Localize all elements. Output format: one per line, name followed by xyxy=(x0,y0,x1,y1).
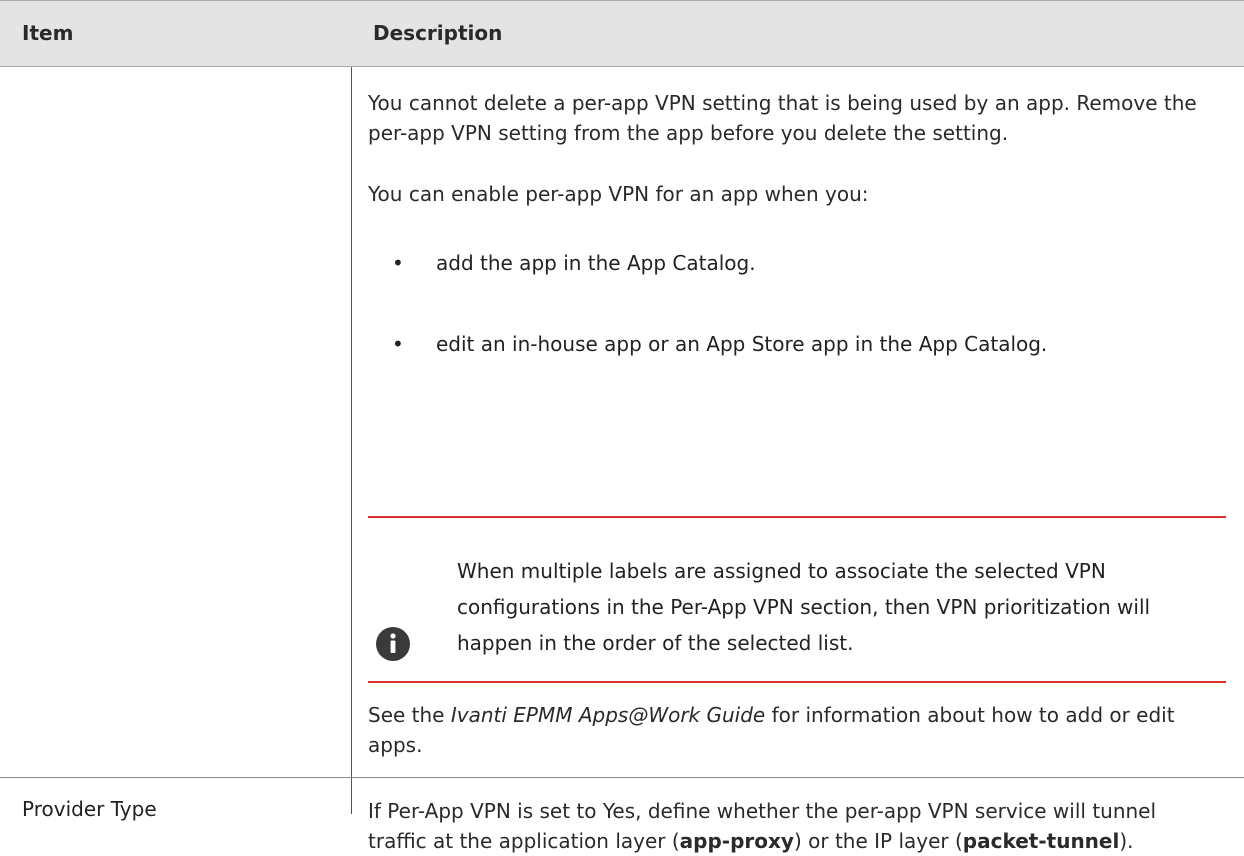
description-paragraph: If Per-App VPN is set to Yes, define whe… xyxy=(368,799,1157,853)
note-text: When multiple labels are assigned to ass… xyxy=(457,559,1151,655)
list-item: • edit an in-house app or an App Store a… xyxy=(392,332,1048,356)
row-divider xyxy=(0,777,1244,778)
table-header: Item Description xyxy=(0,0,1244,67)
description-paragraph: You can enable per-app VPN for an app wh… xyxy=(368,182,869,206)
row-item-label: Provider Type xyxy=(22,797,157,821)
column-divider xyxy=(351,67,352,814)
description-paragraph: See the Ivanti EPMM Apps@Work Guide for … xyxy=(368,703,1175,757)
info-icon xyxy=(376,627,410,661)
description-paragraph: You cannot delete a per-app VPN setting … xyxy=(368,91,1197,145)
note-bottom-rule xyxy=(368,681,1226,683)
column-header-item: Item xyxy=(22,21,74,45)
list-item: • add the app in the App Catalog. xyxy=(392,251,756,275)
column-header-description: Description xyxy=(373,21,503,45)
guide-title: Ivanti EPMM Apps@Work Guide xyxy=(450,703,766,727)
note-top-rule xyxy=(368,516,1226,518)
